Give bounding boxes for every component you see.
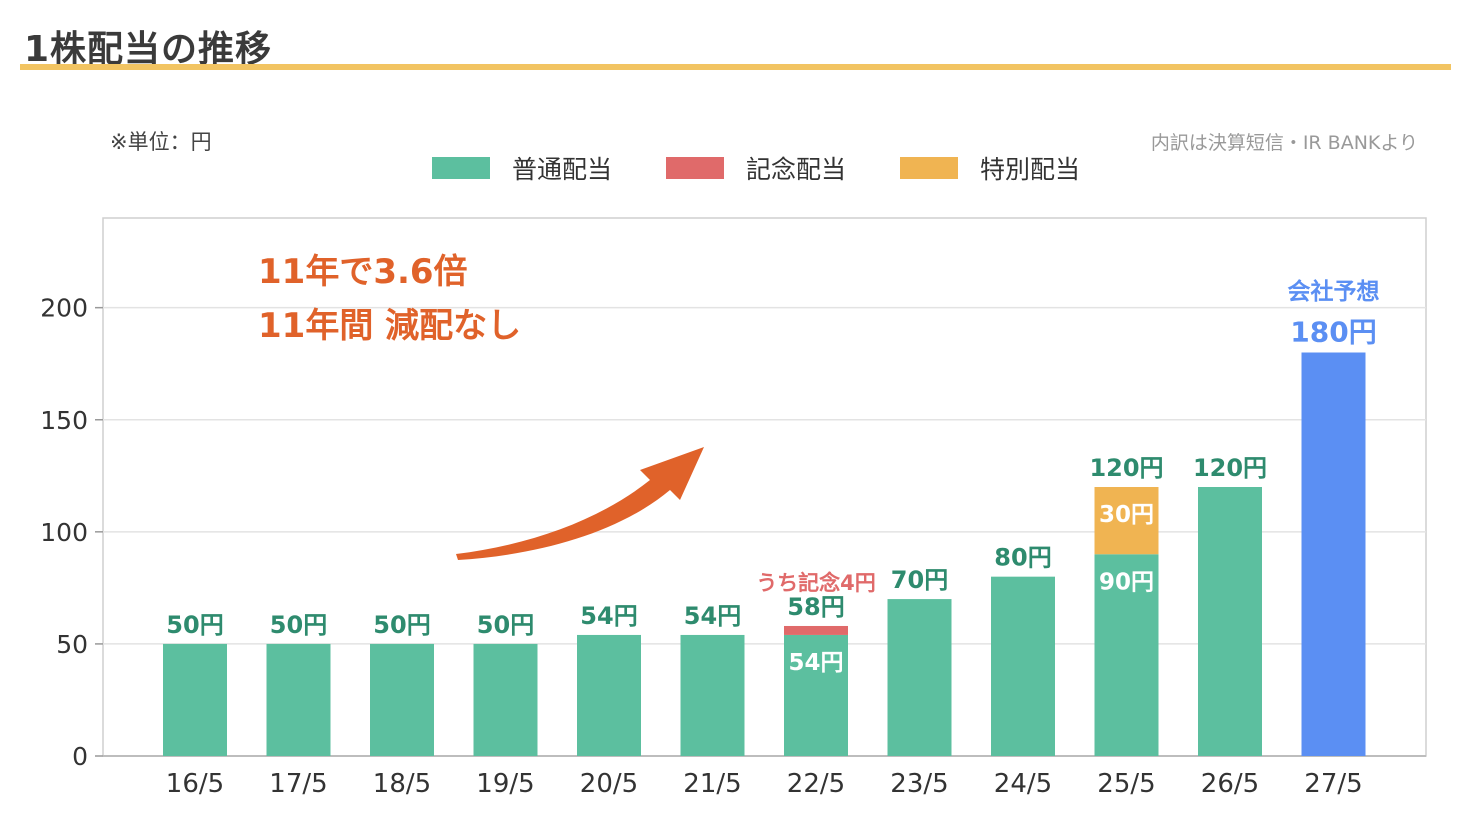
bar-regular (370, 643, 434, 756)
bar-regular (473, 643, 538, 756)
bar-total-label: 80円 (994, 544, 1051, 572)
bar-forecast (1301, 352, 1366, 756)
growth-arrow-icon (456, 447, 704, 560)
bar-regular (887, 599, 952, 756)
bar-regular (266, 643, 331, 756)
bar-regular (577, 634, 641, 756)
bar-total-label: 70円 (891, 566, 948, 594)
x-tick-label: 26/5 (1201, 769, 1259, 799)
bar-total-label: 50円 (477, 611, 534, 639)
bar-segment-label: 90円 (1099, 569, 1154, 595)
y-tick-label: 50 (56, 630, 88, 659)
x-tick-label: 23/5 (890, 769, 948, 799)
bar-total-label: 58円 (787, 593, 844, 621)
x-tick-label: 17/5 (269, 769, 327, 799)
bar-total-label: 120円 (1089, 454, 1163, 482)
forecast-note: 会社予想 (1288, 278, 1380, 305)
y-tick-label: 200 (40, 294, 88, 323)
x-tick-label: 27/5 (1304, 769, 1362, 799)
x-tick-label: 24/5 (994, 769, 1052, 799)
commemorative-note: うち記念4円 (756, 571, 876, 595)
x-tick-label: 25/5 (1097, 769, 1155, 799)
bar-total-label: 120円 (1193, 454, 1267, 482)
bar-total-label: 54円 (580, 602, 637, 630)
growth-annotation-line2: 11年間 減配なし (258, 306, 521, 346)
x-tick-label: 20/5 (580, 769, 638, 799)
bar-total-label: 50円 (166, 611, 223, 639)
x-tick-label: 19/5 (476, 769, 534, 799)
x-tick-label: 16/5 (166, 769, 224, 799)
bar-commemorative (784, 625, 848, 635)
bar-total-label: 50円 (270, 611, 327, 639)
bar-total-label: 54円 (684, 602, 741, 630)
bar-regular (680, 634, 745, 756)
bar-segment-label: 30円 (1099, 502, 1154, 528)
x-tick-label: 21/5 (683, 769, 741, 799)
bar-total-label: 50円 (373, 611, 430, 639)
bar-regular (1198, 487, 1262, 756)
dividend-bar-chart: 0 50 100 150 200 16/5 50円 17/5 50円 18/5 50円 19/5 50円… (40, 217, 1427, 799)
bar-regular (991, 576, 1055, 756)
x-tick-label: 22/5 (787, 769, 845, 799)
bar-segment-label: 54円 (788, 650, 843, 676)
x-tick-label: 18/5 (373, 769, 431, 799)
bar-regular (163, 643, 227, 756)
y-tick-label: 100 (40, 518, 88, 547)
bar-total-label: 180円 (1290, 316, 1376, 349)
y-tick-label: 0 (72, 742, 88, 771)
y-tick-label: 150 (40, 406, 88, 435)
growth-annotation-line1: 11年で3.6倍 (258, 252, 468, 292)
